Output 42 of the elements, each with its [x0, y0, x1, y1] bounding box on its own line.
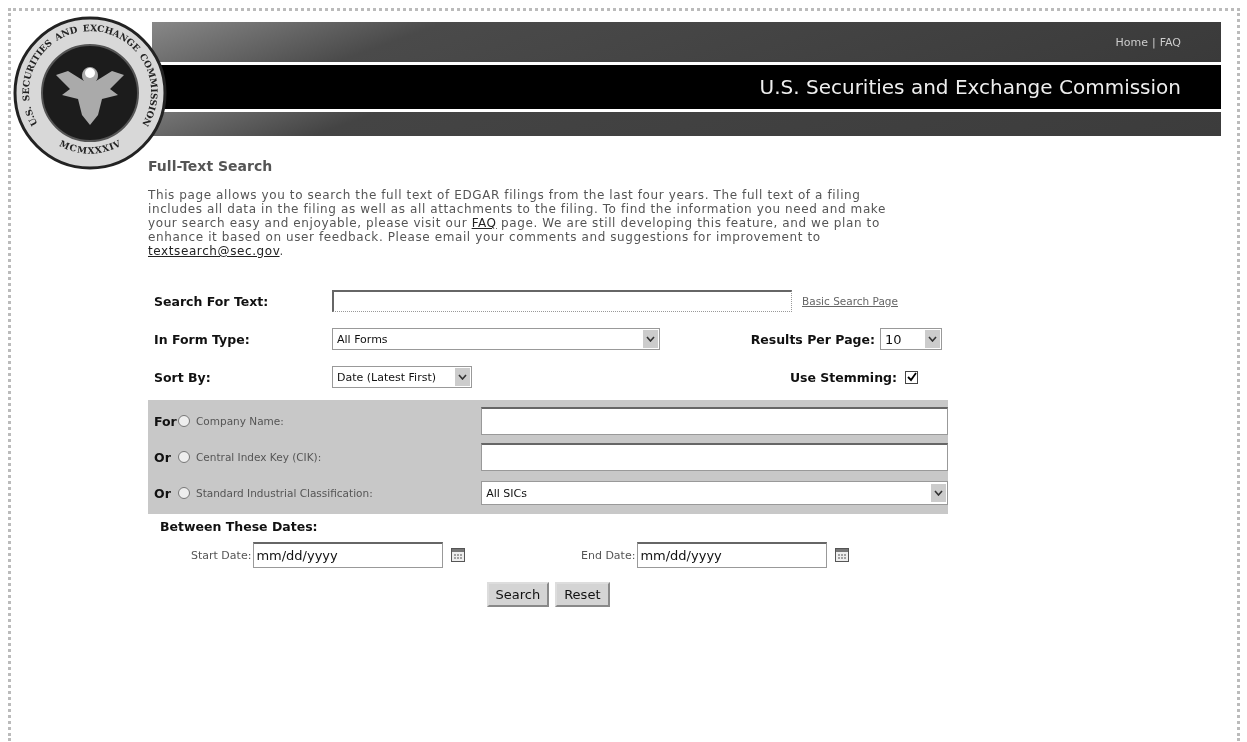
- field-label: Use Stemming:: [789, 369, 897, 385]
- search-field[interactable]: [332, 290, 792, 312]
- text-field[interactable]: [481, 443, 948, 471]
- field-label: Results Per Page:: [750, 331, 875, 347]
- filter-prefix: Or: [154, 485, 172, 501]
- field-label: Sort By:: [154, 369, 212, 385]
- radio-button[interactable]: [178, 415, 190, 427]
- filter-label: Standard Industrial Classification:: [196, 487, 373, 499]
- seal-word: AND: [52, 24, 79, 43]
- calendar-icon[interactable]: [835, 548, 850, 562]
- intro-paragraph: This page allows you to search the full text of EDGAR filings from the last four years. The full text of a filing includes all data in the filing as well as all attachments to the filing. To find the information you need and make your search easy and enjoyable, please visit our FAQ page. We are still developing this feature, and we plan to enhance it based on user feedback. Please email your comments and suggestions for improvement to textsearch@sec.gov.: [148, 188, 887, 258]
- section-label: Between These Dates:: [159, 518, 319, 534]
- text-field[interactable]: [481, 407, 948, 435]
- form-button[interactable]: Search: [486, 582, 550, 607]
- date-label: Start Date:: [191, 548, 252, 562]
- filter-label: Company Name:: [196, 415, 284, 427]
- nav-link[interactable]: Home: [1115, 35, 1148, 49]
- sort-by-select[interactable]: Date (Latest First): [332, 366, 472, 388]
- text-link[interactable]: textsearch@sec.gov: [148, 244, 280, 258]
- filter-prefix: Or: [154, 449, 172, 465]
- site-title: U.S. Securities and Exchange Commission: [759, 75, 1181, 99]
- filter-label: Central Index Key (CIK):: [196, 451, 322, 463]
- seal-year: MCMXXXIV: [58, 138, 123, 156]
- page-title: Full-Text Search: [148, 158, 274, 174]
- stemming-checkbox[interactable]: [905, 370, 918, 384]
- radio-button[interactable]: [178, 487, 190, 499]
- form-type-select[interactable]: All Forms: [332, 328, 660, 350]
- form-button[interactable]: Reset: [555, 582, 610, 607]
- calendar-icon[interactable]: [451, 548, 466, 562]
- basic-search-link[interactable]: Basic Search Page: [802, 295, 898, 307]
- radio-button[interactable]: [178, 451, 190, 463]
- text-link[interactable]: FAQ: [471, 216, 497, 230]
- nav-separator: |: [1151, 35, 1156, 49]
- filter-prefix: For: [154, 413, 176, 429]
- field-label: In Form Type:: [154, 331, 251, 347]
- date-field[interactable]: mm/dd/yyyy: [637, 542, 828, 568]
- date-label: End Date:: [581, 548, 636, 562]
- nav-link[interactable]: FAQ: [1159, 35, 1181, 49]
- results-per-page-select[interactable]: 10: [880, 328, 942, 350]
- sic-select[interactable]: All SICs: [481, 481, 948, 505]
- date-field[interactable]: mm/dd/yyyy: [253, 542, 444, 568]
- field-label: Search For Text:: [154, 293, 270, 309]
